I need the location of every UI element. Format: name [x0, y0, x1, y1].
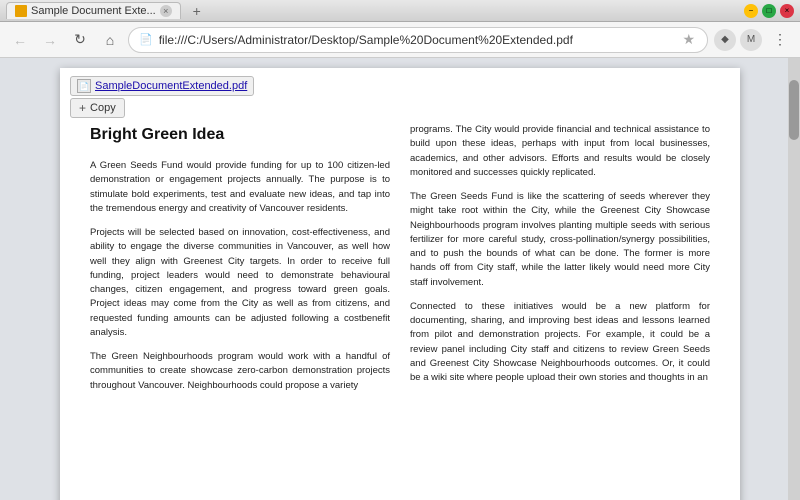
lock-icon: 📄 — [139, 33, 153, 46]
home-button[interactable]: ⌂ — [98, 28, 122, 52]
pdf-right-column: programs. The City would provide financi… — [410, 123, 710, 403]
title-bar: Sample Document Exte... × + − □ × — [0, 0, 800, 22]
pdf-paragraph-4: programs. The City would provide financi… — [410, 123, 710, 180]
refresh-button[interactable]: ↻ — [68, 28, 92, 52]
minimize-button[interactable]: − — [744, 4, 758, 18]
pdf-content: Bright Green Idea A Green Seeds Fund wou… — [60, 68, 740, 423]
extension-icon-1[interactable]: ◆ — [714, 29, 736, 51]
copy-plus-icon: + — [79, 101, 86, 115]
scrollbar-thumb[interactable] — [789, 80, 799, 140]
nav-bar: ← → ↻ ⌂ 📄 ★ ◆ M ⋮ — [0, 22, 800, 58]
pdf-paragraph-1: A Green Seeds Fund would provide funding… — [90, 159, 390, 216]
forward-button[interactable]: → — [38, 28, 62, 52]
pdf-paragraph-5: The Green Seeds Fund is like the scatter… — [410, 190, 710, 290]
copy-label: Copy — [90, 102, 116, 114]
address-input[interactable] — [159, 33, 675, 47]
pdf-toolbar: 📄 SampleDocumentExtended.pdf + Copy — [70, 76, 254, 118]
tab-favicon — [15, 5, 27, 17]
back-button[interactable]: ← — [8, 28, 32, 52]
pdf-paragraph-2: Projects will be selected based on innov… — [90, 226, 390, 340]
close-button[interactable]: × — [780, 4, 794, 18]
pdf-file-icon: 📄 — [77, 79, 91, 93]
scrollbar[interactable] — [788, 58, 800, 500]
copy-button[interactable]: + Copy — [70, 98, 125, 118]
title-bar-left: Sample Document Exte... × + — [6, 2, 207, 19]
browser-tab[interactable]: Sample Document Exte... × — [6, 2, 181, 19]
pdf-paragraph-6: Connected to these initiatives would be … — [410, 300, 710, 386]
pdf-filename-bar: 📄 SampleDocumentExtended.pdf — [70, 76, 254, 96]
address-bar[interactable]: 📄 ★ — [128, 27, 708, 53]
tab-title: Sample Document Exte... — [31, 5, 156, 17]
extension-icon-2[interactable]: M — [740, 29, 762, 51]
pdf-document: 📄 SampleDocumentExtended.pdf + Copy Brig… — [60, 68, 740, 500]
maximize-button[interactable]: □ — [762, 4, 776, 18]
bookmark-star-icon[interactable]: ★ — [680, 29, 697, 50]
pdf-left-column: Bright Green Idea A Green Seeds Fund wou… — [90, 123, 390, 403]
new-tab-button[interactable]: + — [187, 3, 207, 19]
tab-close-button[interactable]: × — [160, 5, 172, 17]
pdf-title: Bright Green Idea — [90, 123, 390, 147]
pdf-paragraph-3: The Green Neighbourhoods program would w… — [90, 350, 390, 393]
extension-icons: ◆ M — [714, 29, 762, 51]
window-controls: − □ × — [744, 4, 794, 18]
browser-menu-button[interactable]: ⋮ — [768, 28, 792, 52]
main-area: 📄 SampleDocumentExtended.pdf + Copy Brig… — [0, 58, 800, 500]
pdf-filename-link[interactable]: SampleDocumentExtended.pdf — [95, 80, 247, 92]
